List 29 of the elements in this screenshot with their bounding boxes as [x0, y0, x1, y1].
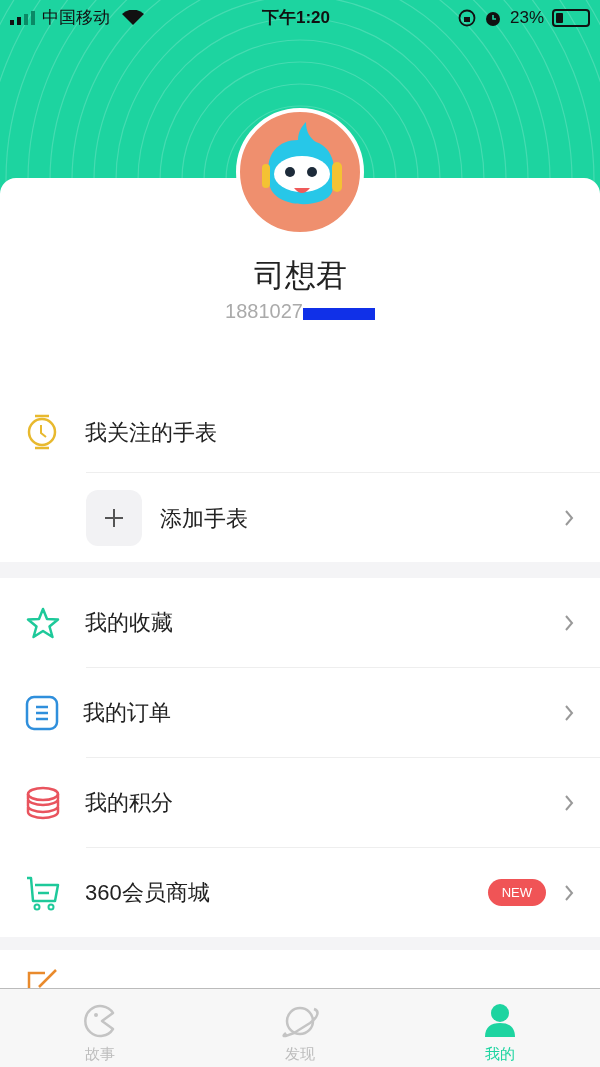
battery-percent: 23%	[509, 7, 544, 30]
menu-item[interactable]: 我的积分	[0, 758, 600, 847]
rotation-lock-icon	[457, 9, 476, 27]
add-watch-row[interactable]: 添加手表	[0, 473, 600, 563]
battery-icon	[552, 9, 590, 27]
menu-item[interactable]: 360会员商城 NEW	[0, 848, 600, 937]
user-name: 司想君	[253, 260, 347, 291]
chevron-icon	[564, 793, 574, 812]
coin-stack-icon	[25, 784, 61, 821]
section-title: 我关注的手表	[85, 418, 217, 447]
alarm-icon	[483, 9, 502, 27]
person-icon	[483, 1003, 517, 1039]
edit-icon	[27, 968, 59, 988]
add-icon	[86, 490, 142, 546]
chevron-icon	[564, 613, 574, 632]
chevron-icon	[564, 703, 574, 722]
menu-item[interactable]: 我的订单	[0, 668, 600, 757]
phone-number: 1881027	[225, 301, 303, 321]
cart-icon	[25, 874, 61, 911]
clock-time: 下午1:20	[262, 7, 331, 30]
watch-icon	[25, 413, 59, 451]
carrier-name: 中国移动	[42, 7, 110, 30]
menu-item[interactable]: 我的收藏	[0, 578, 600, 667]
new-badge: NEW	[487, 878, 546, 907]
chevron-icon	[564, 883, 574, 902]
list-document-icon	[25, 694, 59, 731]
chevron-icon	[564, 509, 574, 527]
wifi-icon	[122, 10, 144, 26]
signal-icon	[10, 11, 36, 25]
